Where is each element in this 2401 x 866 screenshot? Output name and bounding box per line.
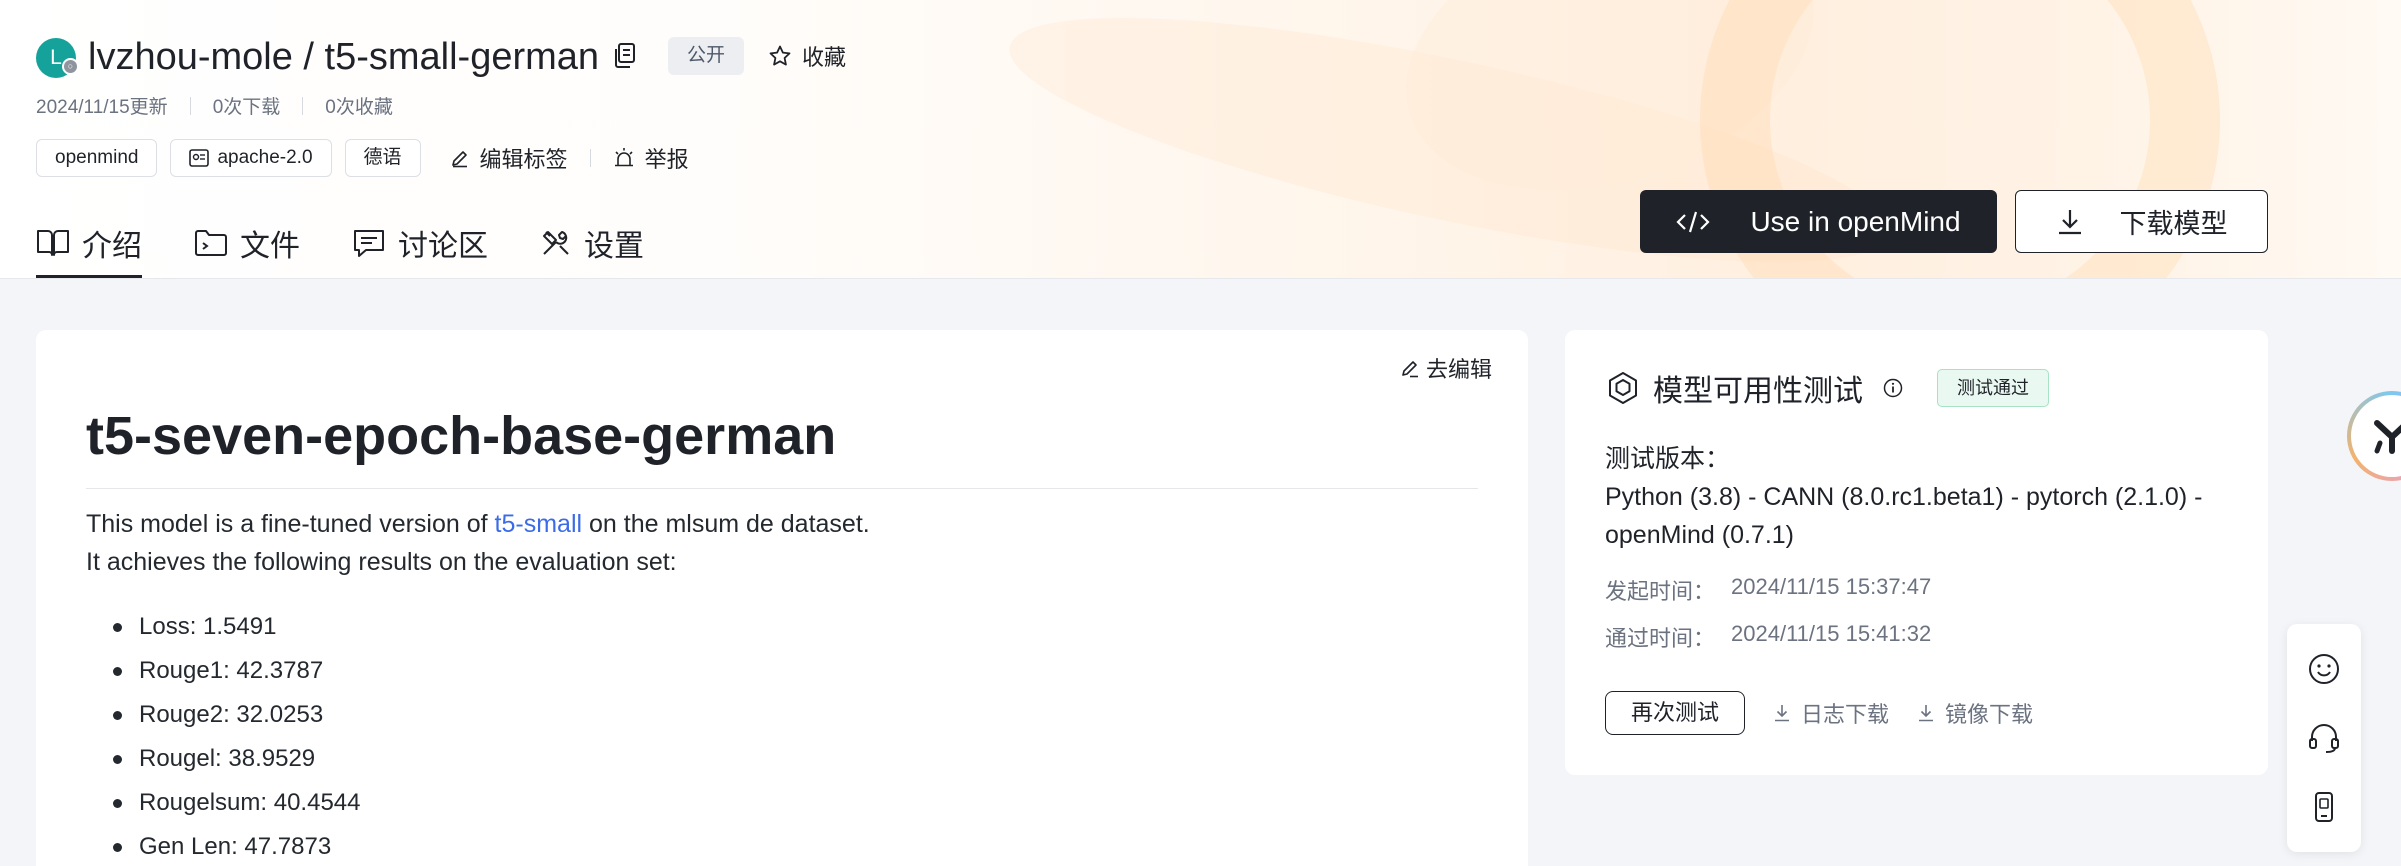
tab-label: 设置 — [584, 230, 644, 263]
readme-intro: This model is a fine-tuned version of t5… — [86, 505, 870, 581]
chat-icon — [354, 230, 384, 257]
base-model-link[interactable]: t5-small — [495, 510, 583, 538]
tag-license[interactable]: apache-2.0 — [170, 139, 332, 177]
list-item: Rouge1: 42.3787 — [86, 649, 360, 693]
hexagon-icon — [1609, 372, 1637, 404]
report-label: 举报 — [644, 147, 689, 172]
info-icon[interactable] — [1883, 378, 1903, 398]
report-button[interactable]: 举报 — [613, 142, 689, 174]
user-badge-icon: ○ — [62, 58, 79, 75]
book-icon — [37, 230, 69, 256]
edit-tags-label: 编辑标签 — [479, 147, 568, 172]
log-download-button[interactable]: 日志下载 — [1773, 697, 1889, 729]
tab-label: 文件 — [240, 230, 300, 263]
readme-card: 去编辑 t5-seven-epoch-base-german This mode… — [36, 330, 1528, 866]
edit-readme-label: 去编辑 — [1425, 357, 1492, 382]
test-title: 模型可用性测试 — [1653, 375, 1863, 408]
pass-time-value: 2024/11/15 15:41:32 — [1731, 621, 1932, 646]
divider — [189, 96, 191, 115]
readme-heading: t5-seven-epoch-base-german — [86, 396, 1478, 489]
tab-bar: 介绍 文件 讨论区 设置 — [36, 214, 696, 278]
status-badge: 测试通过 — [1937, 369, 2049, 407]
repo-header: L ○ lvzhou-mole / t5-small-german 公开 收藏 … — [0, 0, 2401, 279]
list-item: Rougel: 38.9529 — [86, 737, 360, 781]
list-item: Rougelsum: 40.4544 — [86, 781, 360, 825]
floating-toolbar — [2287, 624, 2361, 852]
intro-text: on the mlsum de dataset. — [582, 510, 870, 538]
tab-intro[interactable]: 介绍 — [36, 214, 142, 278]
divider — [302, 96, 304, 115]
license-icon — [189, 149, 210, 167]
download-label: 下载模型 — [2119, 209, 2228, 239]
results-list: Loss: 1.5491 Rouge1: 42.3787 Rouge2: 32.… — [86, 605, 360, 866]
updated-date: 2024/11/15更新 — [36, 97, 168, 118]
copy-icon[interactable] — [612, 42, 638, 70]
favorite-count: 0次收藏 — [325, 97, 393, 118]
tab-label: 讨论区 — [398, 230, 488, 263]
intro-line: It achieves the following results on the… — [86, 548, 677, 576]
availability-test-card: 模型可用性测试 测试通过 测试版本： Python (3.8) - CANN (… — [1565, 330, 2268, 775]
tag-openmind[interactable]: openmind — [36, 139, 158, 177]
use-in-openmind-button[interactable]: Use in openMind — [1640, 190, 1997, 253]
tag-label: 德语 — [363, 147, 402, 168]
smile-icon[interactable] — [2307, 652, 2341, 686]
edit-icon — [451, 151, 467, 168]
favorite-button[interactable]: 收藏 — [768, 38, 846, 74]
retest-button[interactable]: 再次测试 — [1605, 691, 1745, 735]
assistant-mark-icon — [2374, 420, 2401, 454]
download-model-button[interactable]: 下载模型 — [2015, 190, 2268, 253]
favorite-label: 收藏 — [802, 45, 847, 70]
download-count: 0次下载 — [212, 97, 281, 118]
edit-icon — [1402, 361, 1418, 378]
visibility-badge: 公开 — [668, 37, 744, 75]
tab-files[interactable]: 文件 — [194, 214, 300, 278]
alarm-icon — [614, 148, 633, 167]
list-item: Loss: 1.5491 — [86, 605, 360, 649]
start-time-value: 2024/11/15 15:37:47 — [1731, 574, 1932, 599]
image-download-button[interactable]: 镜像下载 — [1917, 697, 2033, 729]
download-icon — [2058, 209, 2081, 234]
openmind-label: Use in openMind — [1750, 205, 1961, 237]
tools-icon — [543, 231, 569, 255]
headset-icon[interactable] — [2307, 721, 2341, 755]
repo-meta: 2024/11/15更新 0次下载 0次收藏 — [36, 92, 393, 119]
tab-label: 介绍 — [82, 230, 142, 263]
pass-time-label: 通过时间： — [1605, 626, 1716, 651]
pass-time-row: 通过时间： 2024/11/15 15:41:32 — [1605, 621, 1931, 653]
download-icon — [1919, 705, 1934, 722]
tag-label: apache-2.0 — [217, 147, 313, 168]
start-time-row: 发起时间： 2024/11/15 15:37:47 — [1605, 574, 1931, 606]
start-time-label: 发起时间： — [1605, 579, 1716, 604]
code-icon — [1676, 211, 1710, 232]
list-item: Gen Len: 47.7873 — [86, 825, 360, 866]
edit-tags-button[interactable]: 编辑标签 — [450, 142, 568, 174]
intro-text: This model is a fine-tuned version of — [86, 510, 495, 538]
folder-icon — [195, 230, 227, 256]
download-icon — [1775, 705, 1789, 722]
mobile-icon[interactable] — [2307, 790, 2341, 824]
star-icon — [769, 45, 791, 66]
tag-label: openmind — [55, 147, 139, 168]
intro-line: This model is a fine-tuned version of t5… — [86, 505, 870, 543]
tab-settings[interactable]: 设置 — [540, 214, 644, 278]
version-value: Python (3.8) - CANN (8.0.rc1.beta1) - py… — [1605, 483, 2203, 549]
edit-readme-button[interactable]: 去编辑 — [1400, 352, 1492, 384]
repo-title: lvzhou-mole / t5-small-german — [88, 36, 600, 78]
list-item: Rouge2: 32.0253 — [86, 693, 360, 737]
assistant-logo-inner — [2351, 395, 2401, 477]
test-actions: 再次测试 日志下载 镜像下载 — [1605, 691, 2033, 735]
assistant-logo-icon[interactable] — [2347, 391, 2401, 481]
tab-discussion[interactable]: 讨论区 — [352, 214, 488, 278]
log-download-label: 日志下载 — [1801, 702, 1890, 727]
image-download-label: 镜像下载 — [1945, 702, 2034, 727]
tag-list: openmind apache-2.0 德语 编辑标签 举报 — [36, 139, 689, 177]
tag-language[interactable]: 德语 — [344, 139, 421, 177]
divider — [589, 149, 591, 167]
test-header: 模型可用性测试 测试通过 — [1605, 366, 2049, 410]
version-label: 测试版本： — [1605, 445, 1731, 473]
